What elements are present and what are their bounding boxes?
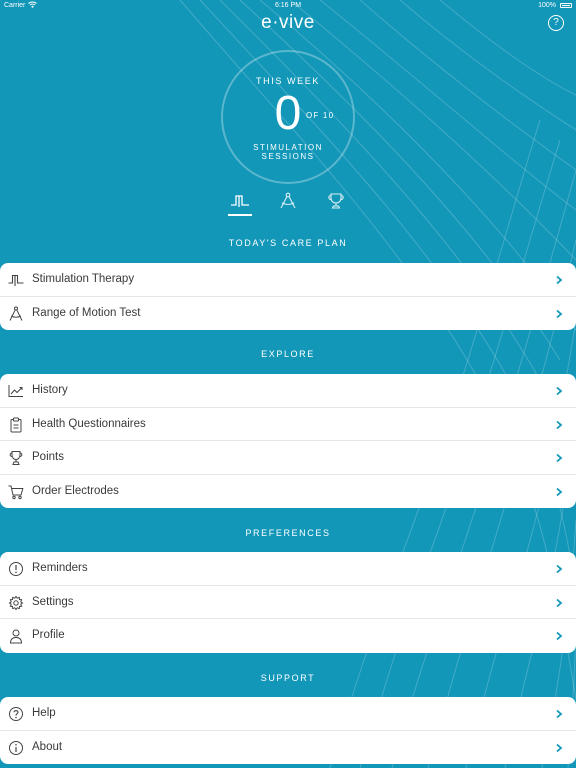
list-item-label: Points	[32, 451, 64, 464]
list-item-health-questionnaires[interactable]: Health Questionnaires	[0, 408, 576, 442]
chevron-right-icon	[556, 487, 563, 496]
support-card: Help About	[0, 697, 576, 765]
person-icon	[8, 628, 24, 644]
status-bar: Carrier 6:16 PM 100%	[0, 0, 576, 12]
section-title-support: SUPPORT	[260, 673, 316, 683]
chevron-right-icon	[556, 275, 563, 285]
tab-stimulation[interactable]	[228, 190, 252, 212]
chevron-right-icon	[556, 743, 563, 752]
preferences-card: Reminders Settings Profile	[0, 552, 576, 653]
sessions-caption: STIMULATION SESSIONS	[188, 143, 388, 161]
list-item-profile[interactable]: Profile	[0, 619, 576, 653]
sessions-caption-line2: SESSIONS	[261, 152, 315, 161]
week-label: THIS WEEK	[256, 76, 320, 86]
list-item-label: Settings	[32, 595, 74, 608]
battery-icon	[560, 3, 572, 8]
trophy-icon	[328, 193, 344, 209]
list-item-label: Range of Motion Test	[32, 306, 141, 319]
list-item-label: Reminders	[32, 562, 88, 574]
list-item-label: Help	[32, 707, 56, 719]
section-title-care-plan: TODAY'S CARE PLAN	[228, 238, 348, 248]
question-circle-icon	[8, 706, 24, 722]
cart-icon	[8, 484, 24, 500]
list-item-history[interactable]: History	[0, 374, 576, 408]
selected-tab-indicator	[228, 214, 252, 216]
question-circle-icon[interactable]: ?	[548, 15, 564, 31]
list-item-reminders[interactable]: Reminders	[0, 552, 576, 586]
list-item-label: History	[32, 384, 68, 396]
list-item-label: Stimulation Therapy	[32, 273, 135, 285]
chevron-right-icon	[556, 632, 563, 641]
chevron-right-icon	[556, 454, 563, 463]
section-title-explore: EXPLORE	[261, 349, 315, 359]
explore-card: History Health Questionnaires Points Ord…	[0, 374, 576, 509]
chevron-right-icon	[556, 420, 563, 429]
list-item-label: Health Questionnaires	[32, 417, 146, 430]
list-item-label: Order Electrodes	[32, 484, 119, 497]
list-item-range-of-motion[interactable]: Range of Motion Test	[0, 297, 576, 331]
stimulation-pulse-icon	[8, 272, 24, 288]
status-time: 6:16 PM	[274, 2, 302, 9]
tab-points[interactable]	[324, 190, 348, 212]
sessions-caption-line1: STIMULATION	[253, 143, 323, 152]
care-plan-card: Stimulation Therapy Range of Motion Test	[0, 263, 576, 331]
trophy-icon	[8, 450, 24, 466]
list-item-label: Profile	[32, 629, 65, 642]
chevron-right-icon	[556, 598, 563, 607]
session-goal: OF 10	[306, 111, 335, 120]
chevron-right-icon	[556, 564, 563, 574]
trend-chart-icon	[8, 383, 24, 399]
list-item-help[interactable]: Help	[0, 697, 576, 731]
list-item-label: About	[32, 740, 63, 753]
info-circle-icon	[8, 740, 24, 756]
list-item-about[interactable]: About	[0, 731, 576, 765]
app-logo: e·vive	[261, 12, 315, 33]
chevron-right-icon	[556, 386, 563, 396]
session-count: 0	[274, 87, 302, 140]
chevron-right-icon	[556, 309, 563, 318]
section-title-preferences: PREFERENCES	[245, 528, 331, 538]
compass-icon	[280, 192, 296, 209]
compass-icon	[8, 306, 24, 322]
battery-percent: 100%	[538, 2, 556, 9]
chevron-right-icon	[556, 709, 563, 719]
list-item-stimulation-therapy[interactable]: Stimulation Therapy	[0, 263, 576, 297]
tab-range-of-motion[interactable]	[276, 190, 300, 212]
stimulation-pulse-icon	[231, 195, 249, 207]
list-item-settings[interactable]: Settings	[0, 586, 576, 620]
alert-circle-icon	[8, 561, 24, 577]
list-item-points[interactable]: Points	[0, 441, 576, 475]
gear-icon	[8, 595, 24, 611]
list-item-order-electrodes[interactable]: Order Electrodes	[0, 475, 576, 509]
clipboard-icon	[8, 417, 24, 433]
